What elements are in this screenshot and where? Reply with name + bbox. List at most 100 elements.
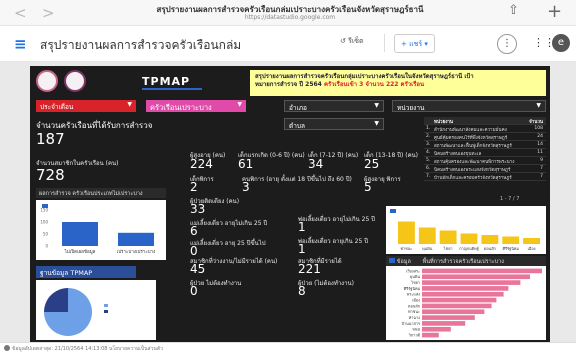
bar: [422, 315, 475, 320]
legend-swatch: [104, 310, 108, 313]
subdistrict-filter[interactable]: ตำบล ▼: [284, 118, 384, 130]
stat-label: คนพิการ (อายุ ตั้งแต่ 18 ปีขึ้นไป ถึง 60…: [242, 176, 352, 183]
stat-label: ผู้ป่วย (ไม่ต้องทำงาน): [298, 280, 354, 287]
account-avatar[interactable]: e: [552, 34, 570, 52]
table-row[interactable]: 7. บ้านพักเด็กและครอบครัวจังหวัดสุราษฎร์ 7: [424, 173, 546, 181]
y-tick-label: วิภาวดี: [408, 333, 421, 338]
y-tick-label: 50: [43, 232, 49, 237]
table-row[interactable]: 5. สถานคุ้มครองและพัฒนาคนพิการพระนาง 9: [424, 157, 546, 165]
right-chart-title: พื้นที่การสำรวจครัวเรือนเปราะบาง: [422, 259, 504, 265]
bar: [118, 232, 154, 246]
bar: [398, 221, 415, 244]
agency-filter[interactable]: หน่วยงาน ▼: [392, 100, 546, 112]
y-tick-label: 100: [40, 220, 48, 225]
stat-value: 5: [364, 180, 372, 194]
table-row[interactable]: 6. นิคมสร้างตนเองพระแสงจังหวัดสุราษฎร์ 7: [424, 165, 546, 173]
table-row[interactable]: 2. ศูนย์คุ้มครองคนไร้ที่พึ่งจังหวัดสุราษฎ…: [424, 133, 546, 141]
row-agency: ศูนย์คุ้มครองคนไร้ที่พึ่งจังหวัดสุราษฎร์: [434, 136, 508, 141]
menu-icon[interactable]: ≡: [14, 35, 27, 53]
table-row[interactable]: 1. สำนักงานพัฒนาสังคมและความมั่นคง 108: [424, 125, 546, 133]
x-tick-label: คีรีรัฐนิคม: [502, 246, 519, 251]
bar: [62, 222, 98, 246]
stat-value: 34: [308, 157, 324, 171]
y-tick-label: พระแสง: [407, 292, 420, 297]
chevron-down-icon: ▼: [374, 120, 379, 127]
stat-label: แม่เลี้ยงเดี่ยว อายุไม่เกิน 25 ปี: [190, 220, 268, 227]
chevron-down-icon: ▾: [424, 40, 428, 48]
chevron-down-icon: ▼: [127, 101, 132, 108]
tpmap-header: ฐานข้อมูล TPMAP: [36, 266, 136, 278]
seal-logo: [36, 70, 58, 92]
district-filter[interactable]: อำเภอ ▼: [284, 100, 384, 112]
row-agency: สถานพัฒนาและฟื้นฟูเด็กจังหวัดสุราษฎร์: [434, 144, 512, 149]
row-count: 14: [537, 142, 543, 147]
household-type-label: ครัวเรือนเปราะบาง: [150, 103, 212, 112]
stat-value: 3: [242, 180, 250, 194]
members-value: 728: [36, 166, 65, 184]
banner-line2: หมายการสำรวจ ปี 2564 ครัวเรือนเข้า 3 จำน…: [255, 81, 541, 89]
report-title: สรุปรายงานผลการสำรวจครัวเรือนกล่ม: [40, 38, 242, 52]
bar: [422, 274, 530, 280]
row-index: 5.: [426, 158, 431, 163]
agency-table: หน่วยงาน จำนวน 1. สำนักงานพัฒนาสังคมและคว…: [424, 117, 546, 181]
tpmap-logo: TPMAP: [142, 75, 191, 88]
bar: [502, 236, 520, 244]
reset-button[interactable]: ↺ รีเซ็ต: [340, 36, 364, 47]
footer-text[interactable]: ข้อมูลอัปเดตล่าสุด: 21/10/2564 14:13:08 …: [12, 345, 163, 353]
row-count: 7: [540, 174, 543, 179]
x-tick-label: ไม่เปิดเผยข้อมูล: [64, 249, 96, 255]
tpmap-underline: [142, 88, 202, 90]
stat-value: 1: [298, 220, 306, 234]
url-text[interactable]: https://datastudio.google.com: [120, 14, 460, 21]
back-icon[interactable]: <: [14, 4, 27, 22]
legend-swatch: [390, 209, 396, 213]
y-tick-label: บ้านนาสาร: [402, 321, 420, 326]
legend-swatch: [389, 258, 395, 263]
table-pager[interactable]: 1 - 7 / 7: [500, 196, 519, 202]
table-row[interactable]: 4. นิคมสร้างตนเองขุนทะเล 11: [424, 149, 546, 157]
bar: [422, 280, 521, 285]
table-header-cell[interactable]: หน่วยงาน: [434, 118, 524, 125]
district-bar-chart: ท่าชนะ พุนพิน ไชยา กาญจนดิษฐ์ ดอนสัก คีรีรัฐน…: [386, 206, 546, 254]
stat-value: 1: [298, 242, 306, 256]
forward-icon[interactable]: >: [42, 4, 55, 22]
stat-value: 25: [364, 157, 380, 171]
reset-icon: ↺: [340, 37, 346, 45]
bar: [422, 286, 509, 291]
info-icon: [4, 345, 10, 351]
app-bar: ≡ สรุปรายงานผลการสำรวจครัวเรือนกล่ม ↺ รี…: [0, 26, 576, 62]
bar: [422, 268, 542, 274]
table-header: หน่วยงาน จำนวน: [424, 117, 546, 125]
table-header-cell[interactable]: จำนวน: [529, 118, 543, 125]
bar: [422, 321, 466, 326]
bar: [422, 291, 504, 297]
row-count: 24: [537, 134, 543, 139]
row-agency: นิคมสร้างตนเองพระแสงจังหวัดสุราษฎร์: [434, 168, 511, 173]
share-icon[interactable]: ⇧: [508, 3, 519, 18]
row-count: 108: [534, 126, 543, 131]
area-horizontal-bar-chart: เวียงสระพุนพินไชยาคีรีรัฐนิคมพระแสงเมือง…: [386, 266, 546, 340]
banner-line1: สรุปรายงานผลการสำรวจครัวเรือนกลุ่มเปราะบ…: [255, 73, 474, 80]
footer: ข้อมูลอัปเดตล่าสุด: 21/10/2564 14:13:08 …: [0, 342, 576, 354]
share-button[interactable]: + แชร์ ▾: [394, 34, 435, 53]
bar: [439, 230, 457, 244]
bar: [418, 227, 436, 244]
agency-filter-label: หน่วยงาน: [397, 104, 425, 112]
month-filter[interactable]: ประจำเดือน ▼: [36, 100, 136, 112]
banner-target: หมายการสำรวจ ปี 2564: [255, 81, 322, 88]
chevron-down-icon: ▼: [536, 102, 541, 109]
row-count: 9: [540, 158, 543, 163]
x-tick-label: กาญจนดิษฐ์: [459, 246, 479, 251]
bar: [481, 235, 499, 244]
stat-value: 224: [190, 157, 213, 171]
x-tick-label: เปราะบางเปราะบาง: [117, 249, 156, 255]
row-agency: บ้านพักเด็กและครอบครัวจังหวัดสุราษฎร์: [434, 176, 512, 181]
non-vulnerable-bar-chart: ไม่เปิดเผยข้อมูล เปราะบางเปราะบาง05010015…: [36, 200, 166, 260]
more-options-icon[interactable]: ⋮: [497, 34, 517, 54]
stat-label: แม่เลี้ยงเดี่ยว อายุ 25 ปีขึ้นไป: [190, 240, 266, 247]
row-index: 2.: [426, 134, 431, 139]
x-tick-label: ไชยา: [443, 246, 453, 251]
household-type-filter[interactable]: ครัวเรือนเปราะบาง ▼: [146, 100, 246, 112]
new-tab-button[interactable]: +: [547, 1, 562, 22]
table-row[interactable]: 3. สถานพัฒนาและฟื้นฟูเด็กจังหวัดสุราษฎร์ 1…: [424, 141, 546, 149]
